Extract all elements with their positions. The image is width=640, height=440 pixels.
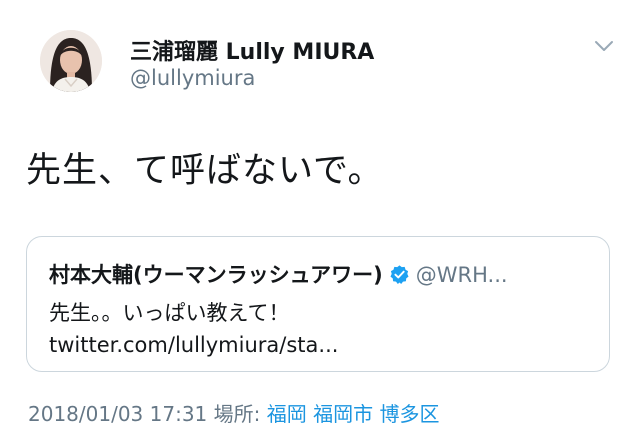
quoted-tweet-header: 村本大輔(ウーマンラッシュアワー) @WRH... xyxy=(49,259,508,289)
place-link-city[interactable]: 福岡市 xyxy=(313,402,373,426)
quoted-tweet-text: 先生。。いっぱい教えて！ twitter.com/lullymiura/sta.… xyxy=(49,301,339,357)
quoted-author-name: 村本大輔(ウーマンラッシュアワー) xyxy=(49,263,383,287)
tweet-text: 先生、て呼ばないで。 xyxy=(26,151,384,191)
place-link-ward[interactable]: 博多区 xyxy=(379,402,439,426)
tweet-metadata: 2018/01/03 17:31 場所: 福岡 福岡市 博多区 xyxy=(28,398,439,427)
tweet-timestamp[interactable]: 2018/01/03 17:31 xyxy=(28,402,207,426)
author-avatar[interactable] xyxy=(40,30,102,92)
quoted-tweet-card[interactable]: 村本大輔(ウーマンラッシュアワー) @WRH... 先生。。いっぱい教えて！ tw… xyxy=(26,236,610,372)
tweet: 三浦瑠麗 Lully MIURA @lullymiura 先生、て呼ばないで。 … xyxy=(0,0,640,440)
quoted-author-handle: @WRH... xyxy=(415,263,508,287)
place-link-prefecture[interactable]: 福岡 xyxy=(267,402,307,426)
author-display-name[interactable]: 三浦瑠麗 Lully MIURA xyxy=(130,34,374,66)
verified-badge-icon xyxy=(389,264,410,285)
chevron-down-icon[interactable] xyxy=(594,38,614,52)
author-handle[interactable]: @lullymiura xyxy=(130,66,255,90)
location-label: 場所: xyxy=(213,402,261,426)
profile-photo xyxy=(40,30,102,92)
